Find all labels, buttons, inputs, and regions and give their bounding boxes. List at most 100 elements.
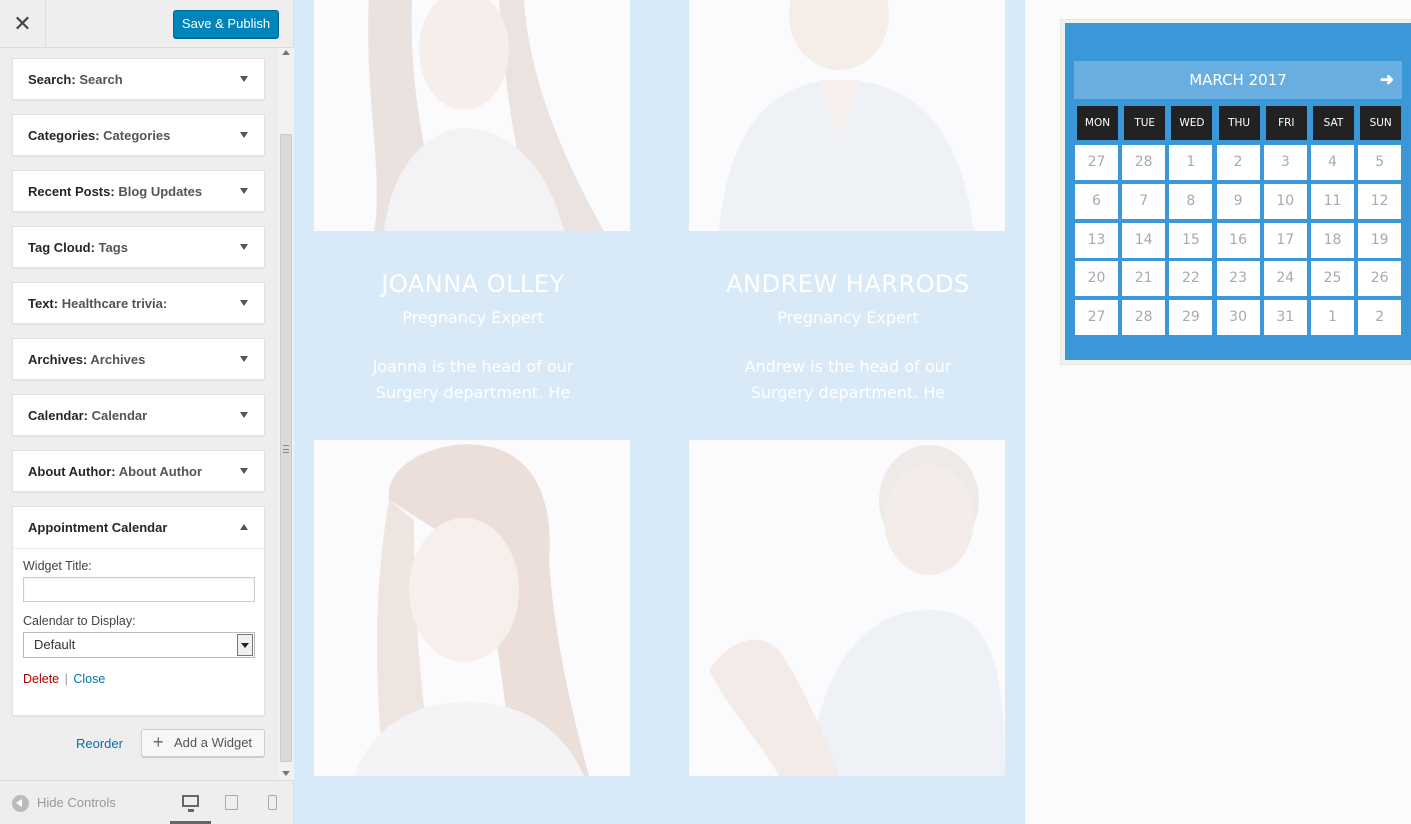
mobile-icon[interactable] (268, 795, 277, 810)
calendar-day[interactable]: 12 (1358, 183, 1402, 219)
calendar: MARCH 2017 ➜ MON TUE WED THU FRI SAT SUN 27 28 1 2… (1065, 23, 1411, 360)
calendar-day[interactable]: 19 (1358, 222, 1402, 258)
collapse-arrow-icon[interactable] (240, 524, 248, 530)
calendar-day[interactable]: 9 (1216, 183, 1260, 219)
widget-name: Blog Updates (118, 184, 203, 199)
weekday-header: WED (1171, 106, 1213, 140)
calendar-day[interactable]: 2 (1216, 145, 1260, 180)
calendar-day[interactable]: 21 (1122, 261, 1166, 297)
calendar-day[interactable]: 3 (1263, 145, 1307, 180)
weekday-header: SUN (1360, 106, 1402, 140)
calendar-select[interactable]: Default (23, 632, 255, 658)
widget-archives[interactable]: Archives: Archives (12, 338, 265, 380)
calendar-day[interactable]: 25 (1311, 261, 1354, 297)
calendar-day[interactable]: 31 (1263, 300, 1307, 336)
widget-type: Categories (28, 128, 96, 143)
expand-arrow-icon[interactable] (240, 412, 248, 418)
photo-woman-image (314, 0, 630, 231)
widget-form: Widget Title: Calendar to Display: Defau… (23, 559, 255, 686)
widget-search[interactable]: Search: Search (12, 58, 265, 100)
calendar-day[interactable]: 22 (1169, 261, 1213, 297)
calendar-day[interactable]: 6 (1075, 183, 1118, 219)
hide-controls-button[interactable]: Hide Controls (12, 795, 116, 813)
add-widget-label: Add a Widget (174, 735, 253, 750)
calendar-day[interactable]: 27 (1075, 300, 1118, 336)
calendar-day[interactable]: 14 (1122, 222, 1166, 258)
calendar-day[interactable]: 17 (1263, 222, 1307, 258)
member-role: Pregnancy Expert (402, 308, 544, 327)
tablet-icon[interactable] (225, 795, 238, 810)
calendar-day[interactable]: 5 (1358, 145, 1402, 180)
weekday-header: FRI (1265, 106, 1307, 140)
calendar-day[interactable]: 28 (1122, 145, 1166, 180)
expand-arrow-icon[interactable] (240, 132, 248, 138)
calendar-day[interactable]: 7 (1122, 183, 1166, 219)
reorder-link[interactable]: Reorder (76, 736, 123, 751)
calendar-day[interactable]: 11 (1311, 183, 1354, 219)
scroll-up-icon[interactable] (282, 50, 290, 55)
calendar-day[interactable]: 4 (1311, 145, 1354, 180)
weekday-header: THU (1218, 106, 1260, 140)
close-icon[interactable]: ✕ (0, 0, 46, 48)
expand-arrow-icon[interactable] (240, 468, 248, 474)
widget-title: Categories: Categories (28, 128, 171, 143)
scroll-thumb[interactable] (280, 134, 292, 762)
calendar-day[interactable]: 10 (1263, 183, 1307, 219)
member-bio: Andrew is the head of our Surgery depart… (698, 354, 998, 406)
calendar-day[interactable]: 28 (1122, 300, 1166, 336)
plus-icon: + (153, 732, 164, 752)
widget-type: Text (28, 296, 54, 311)
calendar-day[interactable]: 15 (1169, 222, 1213, 258)
member-role: Pregnancy Expert (777, 308, 919, 327)
widget-title: About Author: About Author (28, 464, 203, 479)
widget-about-author[interactable]: About Author: About Author (12, 450, 265, 492)
widget-tag-cloud[interactable]: Tag Cloud: Tags (12, 226, 265, 268)
add-widget-button[interactable]: + Add a Widget (141, 729, 265, 757)
widget-type: About Author (28, 464, 112, 479)
calendar-day[interactable]: 30 (1216, 300, 1260, 336)
save-publish-button[interactable]: Save & Publish (173, 10, 279, 38)
widget-text[interactable]: Text: Healthcare trivia: (12, 282, 265, 324)
calendar-day[interactable]: 1 (1311, 300, 1354, 336)
calendar-day[interactable]: 26 (1358, 261, 1402, 297)
calendar-day[interactable]: 16 (1216, 222, 1260, 258)
chevron-down-icon[interactable] (237, 634, 253, 656)
scroll-down-icon[interactable] (282, 771, 290, 776)
calendar-day[interactable]: 1 (1169, 145, 1213, 180)
expand-arrow-icon[interactable] (240, 356, 248, 362)
widget-title-input[interactable] (23, 577, 255, 602)
expand-arrow-icon[interactable] (240, 188, 248, 194)
calendar-day[interactable]: 23 (1216, 261, 1260, 297)
widget-categories[interactable]: Categories: Categories (12, 114, 265, 156)
expand-arrow-icon[interactable] (240, 244, 248, 250)
sidebar-header: ✕ Save & Publish (0, 0, 293, 48)
calendar-day[interactable]: 8 (1169, 183, 1213, 219)
calendar-day[interactable]: 24 (1263, 261, 1307, 297)
sidebar-scrollbar[interactable] (278, 48, 294, 780)
desktop-icon[interactable] (182, 795, 199, 812)
arrow-right-icon[interactable]: ➜ (1380, 61, 1394, 99)
calendar-day[interactable]: 27 (1075, 145, 1118, 180)
delete-link[interactable]: Delete (23, 672, 59, 686)
widget-recent-posts[interactable]: Recent Posts: Blog Updates (12, 170, 265, 212)
calendar-day[interactable]: 13 (1075, 222, 1118, 258)
calendar-header: MARCH 2017 ➜ (1074, 61, 1402, 99)
expand-arrow-icon[interactable] (240, 76, 248, 82)
widget-title: Text: Healthcare trivia: (28, 296, 168, 311)
widget-header[interactable]: Appointment Calendar (13, 507, 264, 549)
photo-man-image (689, 0, 1005, 231)
weekday-header: TUE (1124, 106, 1166, 140)
calendar-day[interactable]: 20 (1075, 261, 1118, 297)
widget-title: Calendar: Calendar (28, 408, 148, 423)
expand-arrow-icon[interactable] (240, 300, 248, 306)
weekday-header: MON (1077, 106, 1118, 140)
team-photo-andrew (689, 0, 1005, 231)
hide-controls-label: Hide Controls (37, 795, 116, 810)
grip-icon (283, 445, 289, 453)
calendar-day[interactable]: 18 (1311, 222, 1354, 258)
calendar-day[interactable]: 29 (1169, 300, 1213, 336)
calendar-day[interactable]: 2 (1358, 300, 1402, 336)
close-link[interactable]: Close (73, 672, 105, 686)
widget-calendar[interactable]: Calendar: Calendar (12, 394, 265, 436)
widget-title: Search: Search (28, 72, 123, 87)
